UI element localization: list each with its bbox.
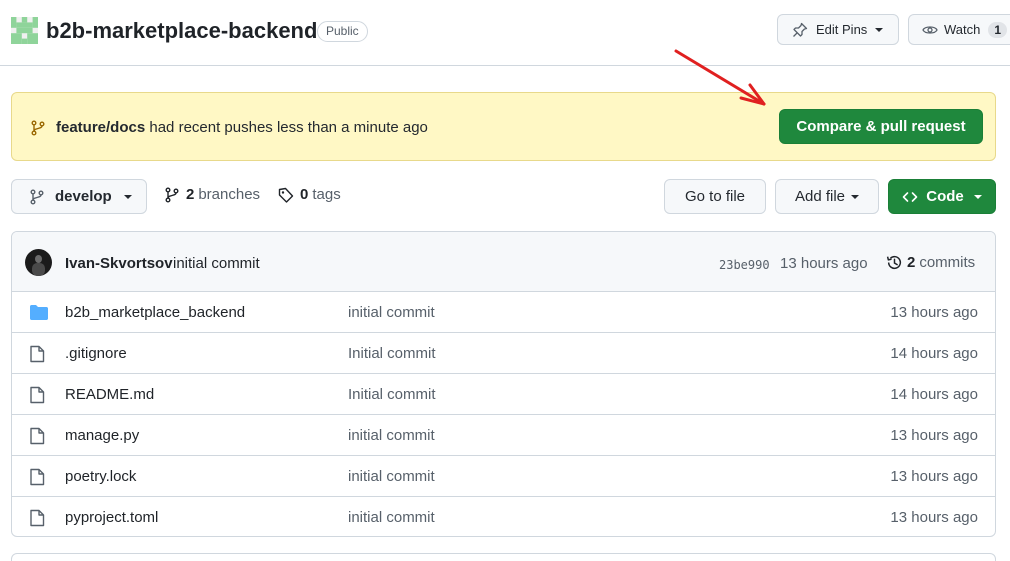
file-name-link[interactable]: README.md bbox=[65, 386, 154, 403]
git-branch-icon bbox=[30, 189, 44, 204]
pin-icon bbox=[793, 22, 808, 37]
add-file-button[interactable]: Add file bbox=[775, 179, 879, 214]
git-branch-icon bbox=[31, 120, 45, 136]
history-icon bbox=[886, 255, 902, 270]
visibility-badge: Public bbox=[317, 21, 368, 42]
table-row[interactable]: pyproject.toml initial commit 13 hours a… bbox=[12, 497, 995, 536]
file-icon bbox=[30, 386, 45, 404]
file-list: Ivan-Skvortsov initial commit 23be990 13… bbox=[11, 231, 996, 537]
repo-header: b2b-marketplace-backend Public Edit Pins… bbox=[0, 0, 1010, 66]
commit-author-link[interactable]: Ivan-Skvortsov bbox=[65, 255, 173, 272]
tags-link[interactable]: 0 tags bbox=[278, 186, 341, 203]
commits-history-link[interactable]: 2 commits bbox=[886, 254, 975, 271]
tags-count: 0 bbox=[300, 186, 309, 203]
file-commit-time: 14 hours ago bbox=[890, 345, 978, 362]
table-row[interactable]: poetry.lock initial commit 13 hours ago bbox=[12, 456, 995, 497]
chevron-down-icon bbox=[851, 194, 860, 199]
table-row[interactable]: manage.py initial commit 13 hours ago bbox=[12, 415, 995, 456]
branch-select-button[interactable]: develop bbox=[11, 179, 147, 214]
table-row[interactable]: b2b_marketplace_backend initial commit 1… bbox=[12, 292, 995, 333]
eye-icon bbox=[922, 25, 938, 34]
chevron-down-icon bbox=[875, 27, 884, 32]
pushed-branch-name[interactable]: feature/docs bbox=[56, 119, 145, 136]
file-name-link[interactable]: pyproject.toml bbox=[65, 509, 158, 526]
current-branch-label: develop bbox=[55, 188, 112, 205]
git-branch-icon bbox=[165, 187, 179, 202]
banner-text: feature/docs had recent pushes less than… bbox=[56, 119, 428, 136]
file-name-link[interactable]: b2b_marketplace_backend bbox=[65, 304, 245, 321]
tags-label: tags bbox=[312, 186, 341, 203]
chevron-down-icon bbox=[123, 194, 132, 199]
branches-count: 2 bbox=[186, 186, 195, 203]
tag-icon bbox=[278, 187, 294, 203]
code-label: Code bbox=[926, 188, 964, 205]
code-icon bbox=[902, 191, 918, 202]
folder-icon bbox=[30, 305, 48, 320]
table-row[interactable]: .gitignore Initial commit 14 hours ago bbox=[12, 333, 995, 374]
file-icon bbox=[30, 468, 45, 486]
file-commit-message-link[interactable]: Initial commit bbox=[348, 345, 436, 362]
edit-pins-label: Edit Pins bbox=[816, 22, 868, 37]
avatar[interactable] bbox=[25, 249, 52, 276]
compare-pull-request-button[interactable]: Compare & pull request bbox=[779, 109, 983, 144]
commit-message-link[interactable]: initial commit bbox=[173, 255, 260, 272]
file-commit-message-link[interactable]: initial commit bbox=[348, 427, 435, 444]
recent-push-banner: feature/docs had recent pushes less than… bbox=[11, 92, 996, 161]
repo-name-link[interactable]: b2b-marketplace-backend bbox=[46, 17, 317, 45]
file-commit-time: 13 hours ago bbox=[890, 468, 978, 485]
add-file-label: Add file bbox=[794, 188, 846, 205]
banner-message: had recent pushes less than a minute ago bbox=[149, 119, 428, 136]
file-icon bbox=[30, 345, 45, 363]
commits-label: commits bbox=[919, 254, 976, 271]
watch-label: Watch bbox=[944, 22, 981, 37]
file-commit-message-link[interactable]: initial commit bbox=[348, 304, 435, 321]
go-to-file-button[interactable]: Go to file bbox=[664, 179, 766, 214]
readme-box-edge bbox=[11, 553, 996, 561]
file-commit-time: 13 hours ago bbox=[890, 509, 978, 526]
latest-commit-bar: Ivan-Skvortsov initial commit 23be990 13… bbox=[12, 232, 995, 292]
repo-identicon-icon[interactable] bbox=[11, 17, 38, 44]
code-button[interactable]: Code bbox=[888, 179, 996, 214]
file-commit-message-link[interactable]: initial commit bbox=[348, 509, 435, 526]
file-icon bbox=[30, 509, 45, 527]
file-commit-message-link[interactable]: Initial commit bbox=[348, 386, 436, 403]
watch-count: 1 bbox=[988, 21, 1008, 38]
file-commit-time: 13 hours ago bbox=[890, 427, 978, 444]
watch-button[interactable]: Watch 1 bbox=[908, 14, 1010, 45]
commit-sha-link[interactable]: 23be990 bbox=[719, 258, 770, 272]
branches-label: branches bbox=[198, 186, 261, 203]
table-row[interactable]: README.md Initial commit 14 hours ago bbox=[12, 374, 995, 415]
branches-link[interactable]: 2 branches bbox=[164, 186, 260, 203]
file-name-link[interactable]: poetry.lock bbox=[65, 468, 136, 485]
edit-pins-button[interactable]: Edit Pins bbox=[777, 14, 899, 45]
commit-time: 13 hours ago bbox=[780, 255, 868, 272]
chevron-down-icon bbox=[973, 194, 982, 199]
file-commit-time: 14 hours ago bbox=[890, 386, 978, 403]
file-commit-time: 13 hours ago bbox=[890, 304, 978, 321]
file-commit-message-link[interactable]: initial commit bbox=[348, 468, 435, 485]
file-name-link[interactable]: .gitignore bbox=[65, 345, 127, 362]
commits-count: 2 bbox=[907, 254, 916, 271]
file-icon bbox=[30, 427, 45, 445]
file-name-link[interactable]: manage.py bbox=[65, 427, 139, 444]
